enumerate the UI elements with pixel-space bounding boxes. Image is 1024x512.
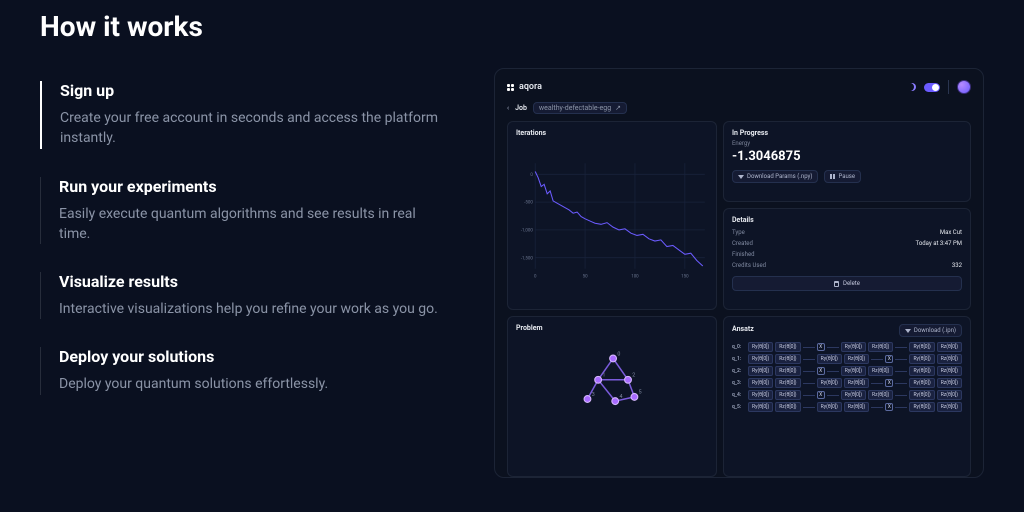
ansatz-row: q_3:Ry(θ[0])Rz(θ[0])Ry(θ[0])Rz(θ[0])XRy(…	[732, 378, 962, 388]
step-desc: Deploy your quantum solutions effortless…	[59, 374, 439, 394]
app-top-bar: aqora	[507, 79, 971, 95]
steps-list: Sign up Create your free account in seco…	[40, 81, 470, 395]
progress-sub: Energy	[732, 140, 962, 147]
brand-name: aqora	[519, 82, 542, 92]
progress-card: In Progress Energy -1.3046875 Download P…	[723, 121, 971, 202]
ansatz-row: q_5:Ry(θ[0])Rz(θ[0])Ry(θ[0])Rz(θ[0])XRy(…	[732, 402, 962, 412]
download-ansatz-button[interactable]: Download (.ipn)	[899, 324, 962, 337]
breadcrumb: ‹ Job wealthy-defectable-egg ↗	[507, 101, 971, 115]
ansatz-row: q_2:Ry(θ[0])Rz(θ[0])XRy(θ[0])Rz(θ[0])Ry(…	[732, 366, 962, 376]
step-title: Deploy your solutions	[59, 347, 470, 366]
download-params-button[interactable]: Download Params (.npy)	[732, 170, 818, 183]
avatar[interactable]	[957, 80, 971, 94]
problem-card: Problem 0 1 2 3 4 5	[507, 316, 717, 477]
svg-text:2: 2	[632, 373, 635, 379]
iterations-chart: 0 -500 -1,000 -1,500 0 50 100 150	[516, 140, 708, 300]
svg-text:4: 4	[619, 394, 622, 400]
svg-text:1: 1	[602, 373, 605, 379]
ansatz-row: q_1:Ry(θ[0])Rz(θ[0])Ry(θ[0])Rz(θ[0])XRy(…	[732, 354, 962, 364]
detail-row: CreatedToday at 3:47 PM	[732, 238, 962, 249]
step-desc: Easily execute quantum algorithms and se…	[59, 204, 439, 245]
detail-row: Credits Used332	[732, 260, 962, 271]
pause-label: Pause	[838, 173, 855, 180]
svg-text:3: 3	[592, 392, 595, 398]
step-run-experiments[interactable]: Run your experiments Easily execute quan…	[40, 177, 470, 245]
download-ansatz-label: Download (.ipn)	[914, 327, 956, 334]
step-visualize-results[interactable]: Visualize results Interactive visualizat…	[40, 272, 470, 319]
pause-button[interactable]: Pause	[824, 170, 861, 183]
svg-text:-1,000: -1,000	[521, 228, 533, 233]
step-sign-up[interactable]: Sign up Create your free account in seco…	[40, 81, 470, 149]
app-preview: aqora ‹ Job wealthy-defectable-egg ↗	[494, 68, 984, 478]
step-title: Sign up	[60, 81, 470, 100]
theme-toggle[interactable]	[924, 83, 940, 92]
moon-icon	[908, 83, 916, 91]
iterations-title: Iterations	[516, 129, 708, 137]
download-params-label: Download Params (.npy)	[747, 173, 812, 180]
ansatz-title: Ansatz	[732, 325, 754, 333]
job-name-pill[interactable]: wealthy-defectable-egg ↗	[533, 102, 627, 114]
svg-text:0: 0	[530, 173, 533, 178]
breadcrumb-section: Job	[515, 104, 527, 112]
brand: aqora	[507, 82, 542, 92]
svg-text:5: 5	[639, 390, 642, 396]
step-deploy[interactable]: Deploy your solutions Deploy your quantu…	[40, 347, 470, 394]
svg-text:0: 0	[534, 275, 537, 280]
details-title: Details	[732, 216, 962, 224]
separator	[948, 80, 949, 94]
link-out-icon: ↗	[615, 104, 621, 112]
delete-label: Delete	[843, 280, 860, 287]
step-desc: Interactive visualizations help you refi…	[59, 299, 439, 319]
step-title: Visualize results	[59, 272, 470, 291]
detail-row: Finished	[732, 249, 962, 260]
ansatz-row: q_4:Ry(θ[0])Rz(θ[0])XRy(θ[0])Rz(θ[0])Ry(…	[732, 390, 962, 400]
problem-graph: 0 1 2 3 4 5	[516, 335, 708, 415]
svg-text:-1,500: -1,500	[521, 256, 533, 261]
delete-button[interactable]: Delete	[732, 276, 962, 291]
section-title: How it works	[40, 10, 470, 43]
step-title: Run your experiments	[59, 177, 470, 196]
detail-row: TypeMax Cut	[732, 227, 962, 238]
ansatz-row: q_0:Ry(θ[0])Rz(θ[0])XRy(θ[0])Rz(θ[0])Ry(…	[732, 342, 962, 352]
progress-label: In Progress	[732, 129, 962, 137]
pause-icon	[830, 174, 835, 179]
brand-logo-icon	[507, 84, 514, 91]
svg-text:150: 150	[681, 275, 689, 280]
svg-text:-500: -500	[524, 201, 533, 206]
download-icon	[905, 329, 911, 333]
iterations-card: Iterations 0 -500 -1,000 -1,500 0 50 100 150	[507, 121, 717, 310]
download-icon	[738, 175, 744, 179]
back-chevron-icon[interactable]: ‹	[507, 104, 509, 112]
ansatz-card: Ansatz Download (.ipn) q_0:Ry(θ[0])Rz(θ[…	[723, 316, 971, 477]
step-desc: Create your free account in seconds and …	[60, 108, 440, 149]
svg-text:0: 0	[617, 351, 620, 357]
problem-title: Problem	[516, 324, 708, 332]
svg-text:50: 50	[583, 275, 588, 280]
details-card: Details TypeMax CutCreatedToday at 3:47 …	[723, 208, 971, 310]
trash-icon	[834, 281, 839, 287]
svg-text:100: 100	[631, 275, 639, 280]
job-name: wealthy-defectable-egg	[539, 104, 611, 112]
progress-value: -1.3046875	[732, 149, 962, 164]
